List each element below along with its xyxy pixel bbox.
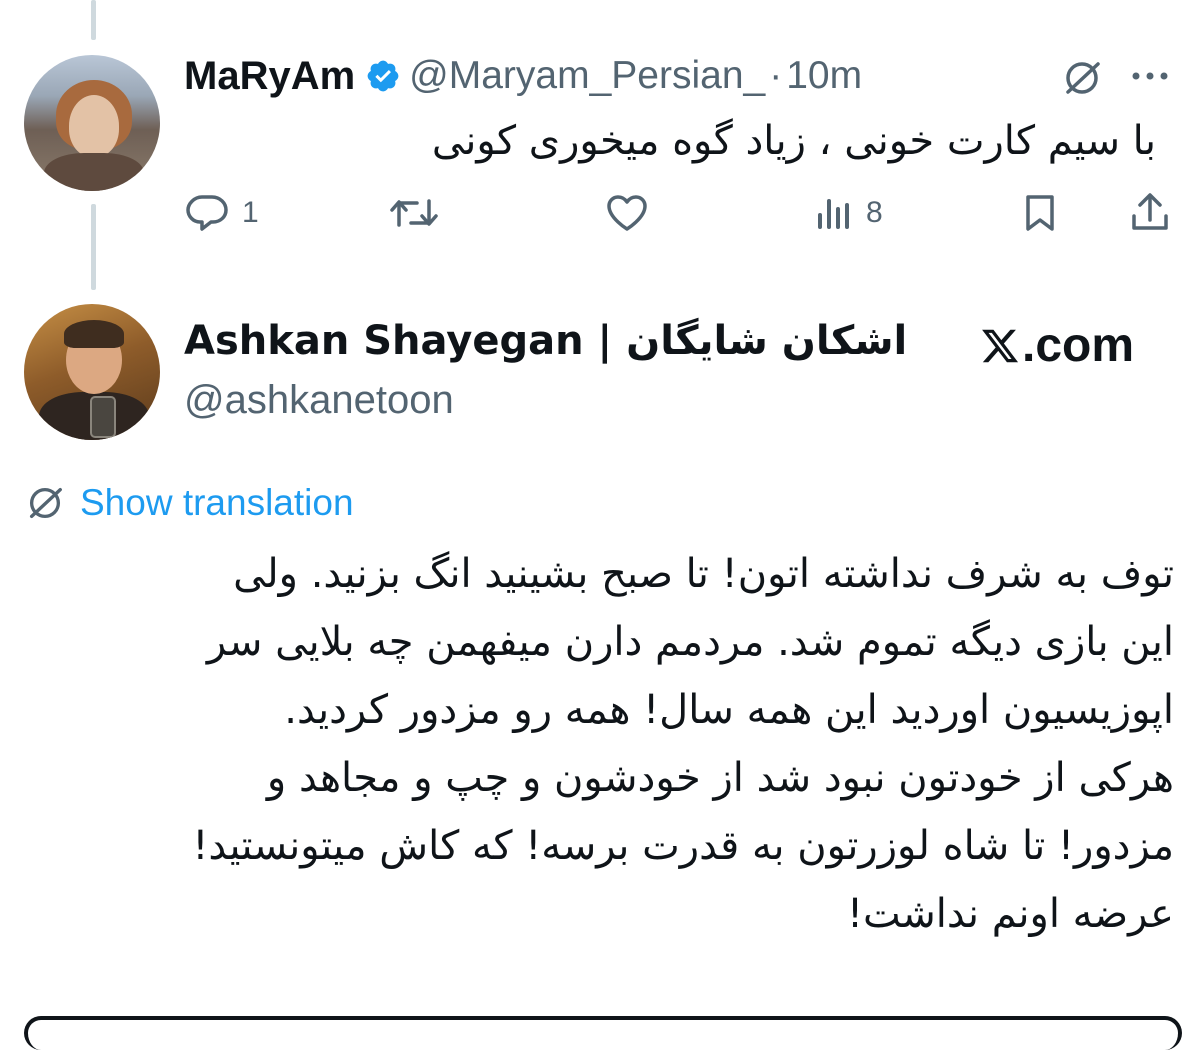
quoted-text-line: این بازی دیگه تموم شد. مردمم دارن میفهمن… xyxy=(206,619,1174,665)
reply-button[interactable]: 1 xyxy=(184,190,259,236)
avatar-maryam[interactable] xyxy=(24,55,160,191)
quoted-display-name[interactable]: Ashkan Shayegan | اشکان شایگان xyxy=(184,318,907,364)
share-button[interactable] xyxy=(1130,190,1170,236)
views-icon xyxy=(818,199,849,229)
handle[interactable]: @Maryam_Persian_ xyxy=(409,54,765,98)
quoted-text-line: عرضه اونم نداشت! xyxy=(846,891,1174,937)
quoted-text-line: مزدور! تا شاه لوزرتون به قدرت برسه! که ک… xyxy=(192,823,1174,869)
timestamp[interactable]: 10m xyxy=(786,54,862,98)
media-frame-edge xyxy=(24,1016,1182,1050)
translate-icon xyxy=(29,487,62,519)
retweet-button[interactable] xyxy=(388,190,452,236)
x-com-label: .com xyxy=(980,318,1134,373)
translate-icon[interactable] xyxy=(1060,58,1104,98)
show-translation-label[interactable]: Show translation xyxy=(80,482,354,524)
x-logo-icon xyxy=(982,329,1019,362)
show-translation-link[interactable]: Show translation xyxy=(24,480,354,526)
quoted-text-line: توف به شرف نداشته اتون! تا صبح بشینید ان… xyxy=(233,551,1174,597)
retweet-icon xyxy=(390,199,438,227)
quoted-text-line: اپوزیسیون اوردید این همه سال! همه رو مزد… xyxy=(284,687,1174,733)
tweet-actions: 1 8 xyxy=(184,190,1174,236)
bookmark-icon xyxy=(1026,195,1054,231)
reply-icon xyxy=(186,195,228,231)
thread-line-bottom xyxy=(91,204,96,290)
heart-icon xyxy=(607,195,647,231)
quoted-handle[interactable]: @ashkanetoon xyxy=(184,378,454,423)
avatar-ashkan[interactable] xyxy=(24,304,160,440)
reply-count: 1 xyxy=(242,196,259,229)
views-count: 8 xyxy=(866,196,883,229)
thread-line-top xyxy=(91,0,96,40)
verified-badge-icon xyxy=(367,60,399,92)
more-options-icon[interactable] xyxy=(1128,64,1172,88)
quoted-tweet-text: توف به شرف نداشته اتون! تا صبح بشینید ان… xyxy=(24,540,1174,948)
quoted-text-line: هرکی از خودتون نبود شد از خودشون و چپ و … xyxy=(266,755,1174,801)
display-name[interactable]: MaRyAm xyxy=(184,54,355,99)
bookmark-button[interactable] xyxy=(1020,190,1060,236)
separator-dot: · xyxy=(769,54,783,97)
share-icon xyxy=(1132,193,1168,230)
tweet-text: با سیم کارت خونی ، زیاد گوه میخوری کونی xyxy=(431,118,1156,164)
views-button[interactable]: 8 xyxy=(814,190,883,236)
tweet-header: MaRyAm @Maryam_Persian_ · 10m xyxy=(184,50,862,102)
like-button[interactable] xyxy=(604,190,662,236)
x-com-text: .com xyxy=(1022,319,1135,372)
